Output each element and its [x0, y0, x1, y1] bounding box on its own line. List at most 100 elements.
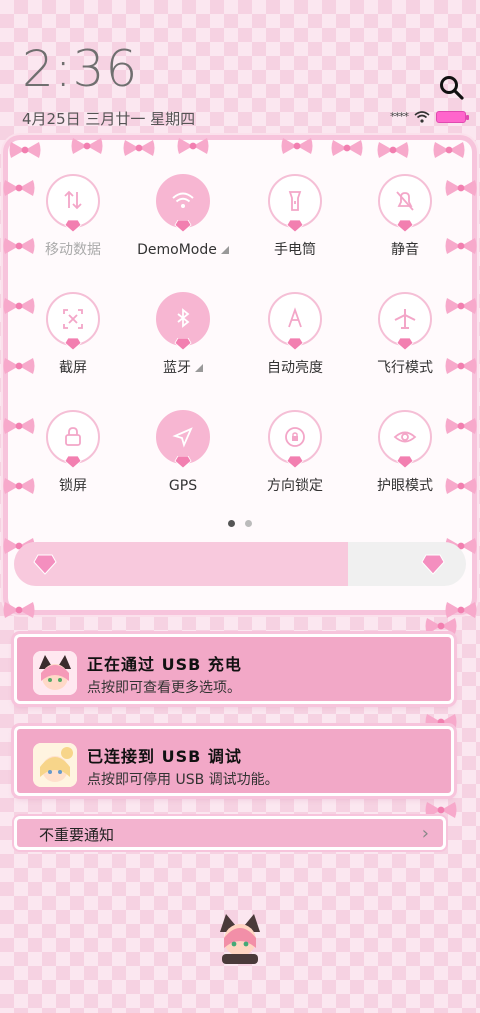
tile-bluetooth[interactable]: 蓝牙	[128, 292, 238, 402]
app-avatar	[33, 651, 77, 695]
heart-gem-icon	[64, 338, 82, 350]
tile-toggle[interactable]	[378, 410, 432, 468]
lock-icon	[65, 427, 81, 446]
heart-gem-icon	[286, 456, 304, 468]
heart-gem-icon	[286, 338, 304, 350]
tile-label: 手电筒	[240, 242, 350, 259]
tile-toggle[interactable]	[156, 292, 210, 350]
tile-label-text: 锁屏	[59, 478, 87, 494]
bow-decoration-icon	[377, 142, 409, 158]
tile-eye[interactable]: 护眼模式	[350, 410, 460, 520]
expand-caret-icon[interactable]	[195, 364, 203, 372]
flashlight-icon	[288, 191, 302, 211]
minor-notifications-button[interactable]: 不重要通知 ›	[14, 816, 446, 850]
tile-label: 移动数据	[18, 242, 128, 259]
expand-caret-icon[interactable]	[220, 246, 229, 254]
tile-swap-arrows[interactable]: 移动数据	[18, 174, 128, 284]
cat-girl-icon	[220, 914, 260, 964]
heart-gem-icon	[174, 456, 192, 468]
brightness-high-heart-icon	[421, 554, 445, 575]
tile-label: 自动亮度	[240, 360, 350, 377]
tile-toggle[interactable]	[46, 292, 100, 350]
brightness-low-heart-icon	[33, 554, 57, 575]
tile-toggle[interactable]	[46, 174, 100, 232]
page-dot-1	[228, 520, 235, 527]
notification-usb-debugging[interactable]: 已连接到 USB 调试 点按即可停用 USB 调试功能。	[14, 726, 454, 796]
bow-decoration-icon	[123, 140, 155, 156]
tile-lock[interactable]: 锁屏	[18, 410, 128, 520]
tile-label-text: 手电筒	[274, 242, 316, 258]
bow-decoration-icon	[281, 138, 313, 154]
search-icon	[440, 76, 464, 100]
airplane-icon	[394, 309, 416, 329]
tile-label-text: 移动数据	[45, 242, 101, 258]
heart-gem-icon	[286, 220, 304, 232]
tile-toggle[interactable]	[268, 174, 322, 232]
notification-usb-charging[interactable]: 正在通过 USB 充电 点按即可查看更多选项。	[14, 634, 454, 704]
chevron-right-icon: ›	[421, 823, 429, 844]
tile-label-text: 蓝牙	[163, 360, 191, 376]
tile-airplane[interactable]: 飞行模式	[350, 292, 460, 402]
tile-toggle[interactable]	[268, 292, 322, 350]
tile-auto-brightness[interactable]: 自动亮度	[240, 292, 350, 402]
bow-decoration-icon	[433, 142, 465, 158]
tile-label-text: DemoMode	[137, 242, 217, 258]
tile-rotation-lock[interactable]: 方向锁定	[240, 410, 350, 520]
tile-bell-off[interactable]: 静音	[350, 174, 460, 284]
page-dot-2	[245, 520, 252, 527]
swap-arrows-icon	[64, 190, 82, 210]
rotation-lock-icon	[285, 427, 305, 447]
page-indicator	[228, 520, 252, 527]
tile-label-text: 静音	[391, 242, 419, 258]
heart-gem-icon	[64, 456, 82, 468]
bow-decoration-icon	[331, 140, 363, 156]
tile-toggle[interactable]	[156, 410, 210, 468]
notification-subtitle: 点按即可查看更多选项。	[87, 680, 241, 696]
wifi-status-icon	[414, 110, 430, 123]
tile-label: 蓝牙	[128, 360, 238, 377]
tile-location-arrow[interactable]: GPS	[128, 410, 238, 520]
eye-icon	[393, 431, 417, 443]
minor-notifications-label: 不重要通知	[39, 826, 115, 844]
notification-title: 正在通过 USB 充电	[87, 655, 242, 674]
tile-label-text: GPS	[168, 478, 198, 494]
heart-gem-icon	[396, 220, 414, 232]
tile-toggle[interactable]	[46, 410, 100, 468]
bow-decoration-icon	[425, 618, 457, 634]
tile-flashlight[interactable]: 手电筒	[240, 174, 350, 284]
tile-label: 方向锁定	[240, 478, 350, 495]
tile-toggle[interactable]	[268, 410, 322, 468]
tile-label-text: 飞行模式	[377, 360, 433, 376]
heart-gem-icon	[174, 220, 192, 232]
heart-gem-icon	[174, 338, 192, 350]
brightness-slider[interactable]	[14, 542, 466, 586]
tile-toggle[interactable]	[378, 292, 432, 350]
search-button[interactable]	[438, 74, 466, 102]
tile-label: DemoMode	[128, 242, 238, 259]
tile-screenshot[interactable]: 截屏	[18, 292, 128, 402]
bow-decoration-icon	[177, 138, 209, 154]
date-label: 4月25日 三月廿一 星期四	[22, 110, 196, 128]
app-avatar	[33, 743, 77, 787]
heart-gem-icon	[64, 220, 82, 232]
heart-gem-icon	[396, 456, 414, 468]
bow-decoration-icon	[71, 138, 103, 154]
anime-girl-icon	[33, 651, 77, 695]
tile-label: 护眼模式	[350, 478, 460, 495]
tile-label-text: 自动亮度	[267, 360, 323, 376]
tile-toggle[interactable]	[156, 174, 210, 232]
mascot-image	[216, 912, 264, 964]
tile-label-text: 护眼模式	[377, 478, 433, 494]
tile-label-text: 截屏	[59, 360, 87, 376]
carrier-label: ****	[390, 110, 409, 123]
auto-brightness-icon	[288, 307, 302, 328]
brightness-fill	[14, 542, 349, 586]
anime-girl-icon	[33, 743, 77, 787]
tile-label: 静音	[350, 242, 460, 259]
bow-decoration-icon	[3, 602, 35, 618]
bow-decoration-icon	[9, 142, 41, 158]
notification-title: 已连接到 USB 调试	[87, 747, 242, 766]
tile-wifi[interactable]: DemoMode	[128, 174, 238, 284]
tile-label: 锁屏	[18, 478, 128, 495]
tile-toggle[interactable]	[378, 174, 432, 232]
